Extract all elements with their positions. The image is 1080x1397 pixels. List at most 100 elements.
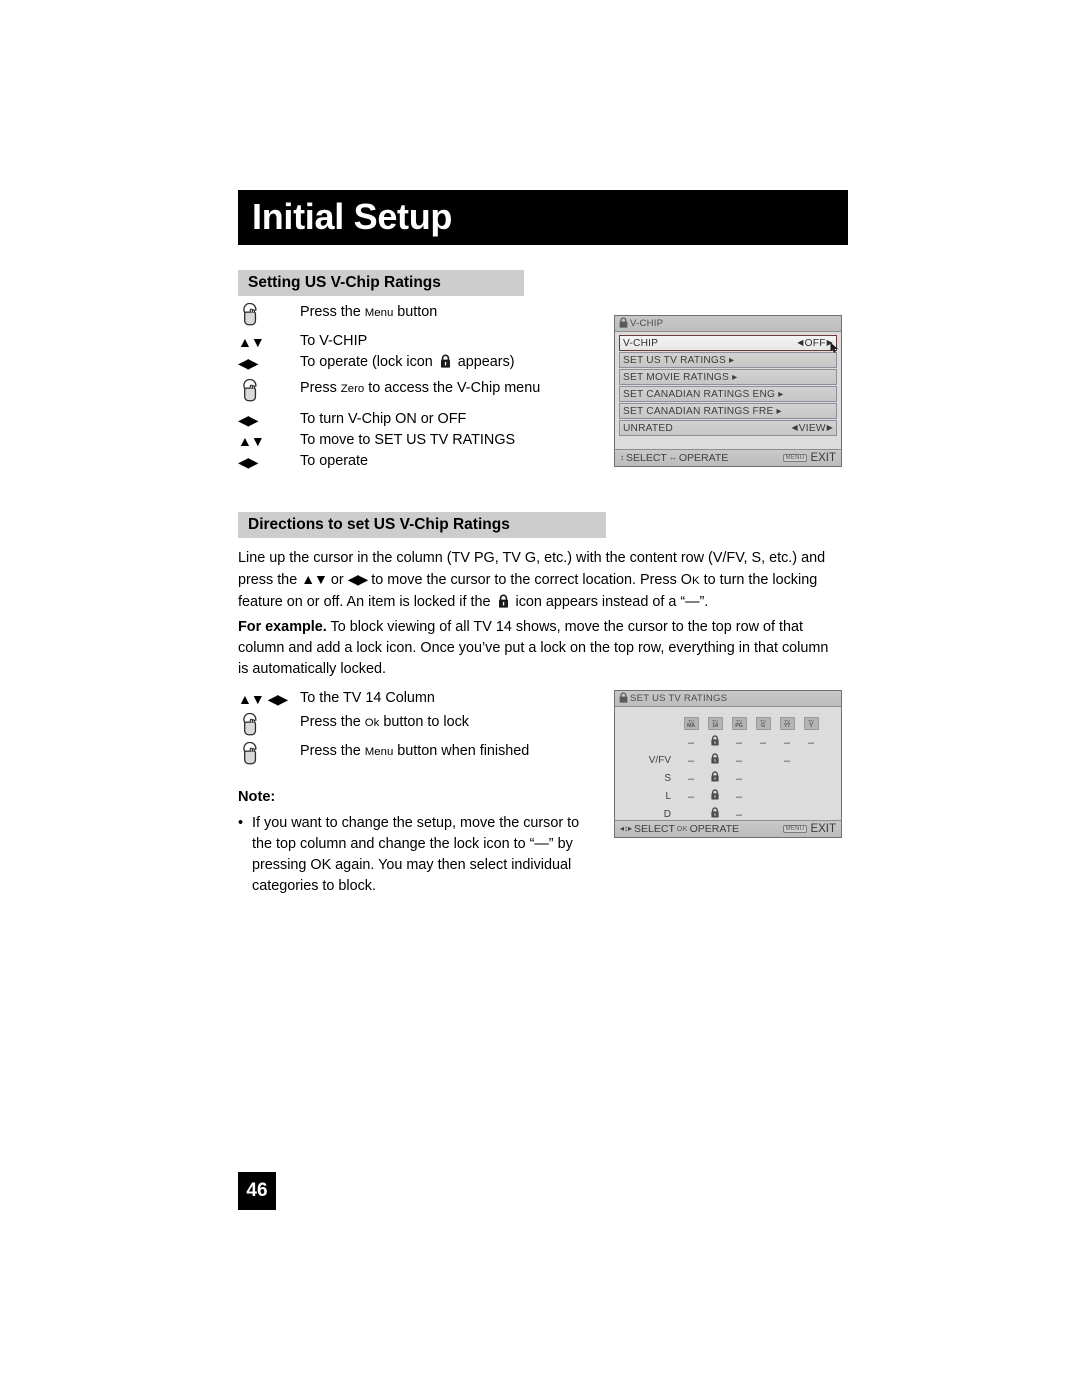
grid-cell[interactable] — [703, 733, 727, 751]
grid-cell[interactable]: – — [679, 787, 703, 805]
step-row: ▲▼ ◀▶ To the TV 14 Column — [238, 688, 608, 709]
dash-glyph: – — [687, 791, 695, 803]
column-header-tv-14[interactable]: TV 14 — [703, 715, 727, 733]
grid-cell[interactable]: – — [679, 769, 703, 787]
grid-cell[interactable]: – — [727, 787, 751, 805]
grid-cell — [751, 787, 775, 805]
steps-list-directions: ▲▼ ◀▶ To the TV 14 Column Press the Ok b… — [238, 688, 608, 768]
left-right-arrows-icon: ◀▶ — [238, 451, 300, 472]
chapter-title-banner: Initial Setup — [238, 190, 848, 245]
dash-glyph: – — [735, 773, 743, 785]
column-header-tv-g[interactable]: TV G — [751, 715, 775, 733]
grid-cell[interactable]: – — [727, 769, 751, 787]
dash-glyph: – — [735, 737, 743, 749]
dash-glyph: – — [735, 791, 743, 803]
up-down-left-right-arrows-icon: ▲▼ ◀▶ — [238, 688, 300, 709]
section-heading-label: Directions to set US V-Chip Ratings — [248, 516, 510, 533]
up-down-arrows-glyph: ▲▼ — [238, 334, 265, 350]
bullet-glyph: • — [238, 815, 244, 831]
menu-button-chip: MENU — [782, 825, 808, 833]
step-label: Press the Menu button when finished — [300, 743, 530, 759]
lock-icon — [711, 769, 719, 786]
list-item-text: If you want to change the setup, move th… — [252, 815, 580, 894]
step-label: Press Zero to access the V-Chip menu — [300, 380, 541, 396]
paragraph-text: or — [326, 572, 348, 588]
osd-item-set-movie-ratings[interactable]: SET MOVIE RATINGS ▸ — [619, 369, 837, 385]
dash-glyph: – — [687, 773, 695, 785]
table-row: V/FV – – – — [645, 751, 823, 769]
dash-glyph: – — [783, 755, 791, 767]
lock-icon — [619, 691, 628, 706]
osd-item-set-us-tv-ratings[interactable]: SET US TV RATINGS ▸ — [619, 352, 837, 368]
column-header-tv-y[interactable]: TV Y — [799, 715, 823, 733]
hand-press-icon-glyph — [243, 713, 257, 736]
osd-item-label: SET US TV RATINGS ▸ — [623, 354, 735, 366]
left-right-arrows-glyph: ◀▶ — [238, 355, 259, 371]
osd-footer-operate-label: OPERATE — [678, 452, 729, 464]
column-header-tv-y7[interactable]: TV Y7 — [775, 715, 799, 733]
osd-footer-left: ◂↕▸ SELECT OK OPERATE — [620, 823, 739, 835]
left-right-up-down-arrows-icon: ◂↕▸ — [620, 824, 633, 833]
grid-cell[interactable]: – — [679, 733, 703, 751]
grid-cell[interactable]: – — [727, 751, 751, 769]
chevron-right-icon[interactable]: ▶ — [827, 424, 833, 432]
page-title: Initial Setup — [252, 195, 453, 237]
paragraph-text: to move the cursor to the correct locati… — [367, 572, 692, 588]
left-right-arrows-icon: ◀▶ — [238, 352, 300, 373]
row-header: V/FV — [648, 754, 671, 766]
row-header — [645, 733, 679, 751]
osd-footer-exit-label: EXIT — [810, 823, 836, 835]
osd-item-label: SET MOVIE RATINGS ▸ — [623, 371, 738, 383]
manual-page: Initial Setup Setting US V-Chip Ratings … — [0, 0, 1080, 1397]
grid-cell — [751, 769, 775, 787]
grid-cell[interactable]: – — [751, 733, 775, 751]
row-header: L — [665, 790, 671, 802]
left-right-arrows-glyph: ◀▶ — [238, 412, 259, 428]
table-row: L – – — [645, 787, 823, 805]
grid-cell[interactable]: – — [679, 751, 703, 769]
osd-title-label: V-CHIP — [630, 318, 664, 329]
up-down-arrows-icon: ↕ — [620, 453, 624, 462]
osd-item-value-label: VIEW — [798, 422, 826, 434]
paragraph-for-example: For example. To block viewing of all TV … — [238, 617, 838, 680]
step-label: Press the Ok button to lock — [300, 714, 469, 730]
osd-item-value[interactable]: ◀ OFF ▶ — [797, 338, 833, 349]
dash-glyph: – — [735, 755, 743, 767]
osd-item-label: SET CANADIAN RATINGS FRE ▸ — [623, 405, 782, 417]
column-header-tv-ma[interactable]: TV MA — [679, 715, 703, 733]
lock-icon — [711, 751, 719, 768]
lock-icon — [440, 354, 451, 374]
osd-item-set-canadian-ratings-fre[interactable]: SET CANADIAN RATINGS FRE ▸ — [619, 403, 837, 419]
osd-item-vchip[interactable]: V-CHIP ◀ OFF ▶ — [619, 335, 837, 351]
osd-footer: ↕ SELECT ↔ OPERATE MENU EXIT — [615, 449, 841, 466]
osd-item-value[interactable]: ◀ VIEW ▶ — [791, 423, 833, 434]
section-heading-label: Setting US V-Chip Ratings — [248, 274, 441, 291]
up-down-arrows-icon: ▲▼ — [238, 331, 300, 352]
osd-item-label: UNRATED — [623, 422, 673, 434]
osd-item-value-label: OFF — [804, 337, 826, 349]
ok-button-chip: OK — [676, 825, 688, 833]
osd-item-unrated[interactable]: UNRATED ◀ VIEW ▶ — [619, 420, 837, 436]
grid-cell[interactable]: – — [775, 751, 799, 769]
grid-cell[interactable]: – — [727, 733, 751, 751]
grid-cell[interactable]: – — [775, 733, 799, 751]
grid-cell[interactable] — [703, 787, 727, 805]
osd-footer-select-label: SELECT — [626, 452, 667, 464]
hand-press-icon-glyph — [243, 303, 257, 326]
step-label: Press the Menu button — [300, 304, 438, 320]
dash-glyph: – — [783, 737, 791, 749]
paragraph-directions-intro: Line up the cursor in the column (TV PG,… — [238, 548, 838, 615]
chevron-left-icon[interactable]: ◀ — [791, 424, 797, 432]
rating-chip-tv-y: TV Y — [803, 717, 819, 731]
grid-cell[interactable]: – — [799, 733, 823, 751]
step-label: To V-CHIP — [300, 333, 368, 349]
osd-item-set-canadian-ratings-eng[interactable]: SET CANADIAN RATINGS ENG ▸ — [619, 386, 837, 402]
osd-body: V-CHIP ◀ OFF ▶ SET US TV RATINGS ▸ SET M… — [615, 332, 841, 436]
grid-cell[interactable] — [703, 751, 727, 769]
dash-glyph: – — [687, 737, 695, 749]
column-header-tv-pg[interactable]: TV PG — [727, 715, 751, 733]
cursor-pointer-icon — [830, 342, 838, 353]
grid-cell[interactable] — [703, 769, 727, 787]
note-list: • If you want to change the setup, move … — [238, 813, 598, 897]
chevron-left-icon[interactable]: ◀ — [797, 339, 803, 347]
